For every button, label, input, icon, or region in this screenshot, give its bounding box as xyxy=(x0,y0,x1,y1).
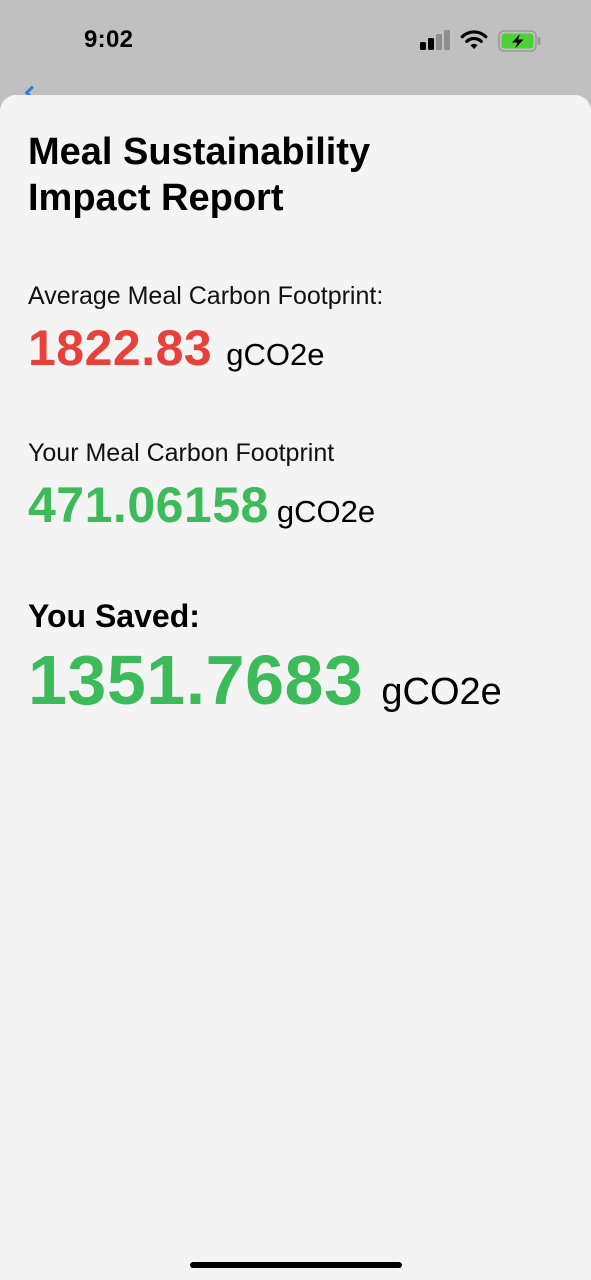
average-footprint-unit: gCO2e xyxy=(226,337,325,372)
saved-row: 1351.7683 gCO2e xyxy=(28,638,502,722)
your-footprint-label: Your Meal Carbon Footprint xyxy=(28,439,335,467)
battery-charging-icon xyxy=(498,30,541,52)
average-footprint-label: Average Meal Carbon Footprint: xyxy=(28,282,384,310)
saved-unit: gCO2e xyxy=(381,671,502,713)
title-line-1: Meal Sustainability xyxy=(28,131,371,173)
wifi-icon xyxy=(460,30,488,49)
title-line-2: Impact Report xyxy=(28,177,284,219)
average-footprint-row: 1822.83 gCO2e xyxy=(28,319,324,377)
impact-report-sheet: Meal Sustainability Impact Report Averag… xyxy=(0,95,591,1280)
status-time: 9:02 xyxy=(84,26,134,53)
your-footprint-unit: gCO2e xyxy=(276,494,376,529)
status-bar: 9:02 xyxy=(0,0,591,82)
average-footprint-value: 1822.83 xyxy=(28,320,213,376)
saved-value: 1351.7683 xyxy=(28,641,364,719)
page-title: Meal Sustainability Impact Report xyxy=(28,129,548,221)
saved-label: You Saved: xyxy=(28,598,200,634)
cellular-signal-icon xyxy=(418,28,452,52)
your-footprint-value: 471.06158 xyxy=(28,477,269,533)
your-footprint-row: 471.06158 gCO2e xyxy=(28,476,375,534)
home-indicator[interactable] xyxy=(190,1262,402,1268)
